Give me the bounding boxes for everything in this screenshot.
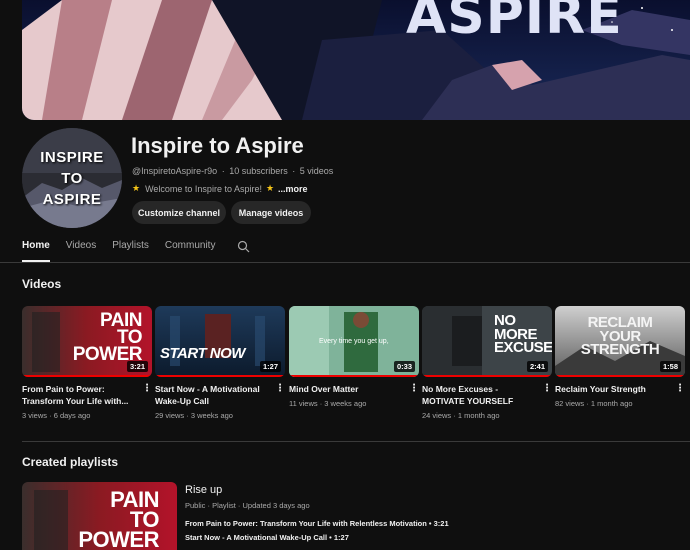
channel-avatar[interactable]: INSPIRE TO ASPIRE <box>22 128 122 228</box>
video-meta: 24 views · 1 month ago <box>422 411 500 420</box>
view-count: 24 views <box>422 411 452 420</box>
thumb-text: START NOW <box>160 345 245 362</box>
video-title[interactable]: Start Now - A Motivational Wake-Up Call <box>155 383 285 407</box>
videos-section-title[interactable]: Videos <box>22 277 61 291</box>
video-meta: 3 views · 6 days ago <box>22 411 91 420</box>
star-icon: ★ <box>132 183 141 193</box>
more-vert-icon[interactable]: ⋮ <box>409 384 419 394</box>
thumb-text: POWER <box>78 526 159 550</box>
tabs-divider <box>0 262 690 263</box>
avatar-line-3: ASPIRE <box>42 190 102 208</box>
view-count: 3 views <box>22 411 48 420</box>
avatar-line-2: TO <box>61 169 83 187</box>
tab-home[interactable]: Home <box>22 240 50 262</box>
view-count: 29 views <box>155 411 185 420</box>
playlists-section-title: Created playlists <box>22 455 119 469</box>
meta-separator: · <box>221 166 225 176</box>
subscriber-count: 10 subscribers <box>229 166 288 176</box>
watch-progress-bar <box>555 375 685 377</box>
search-icon[interactable] <box>237 240 250 258</box>
video-duration: 1:58 <box>659 361 681 372</box>
more-vert-icon[interactable]: ⋮ <box>542 384 552 394</box>
video-title[interactable]: From Pain to Power: Transform Your Life … <box>22 383 152 407</box>
video-meta: 11 views · 3 weeks ago <box>289 399 367 408</box>
description-text: Welcome to Inspire to Aspire! <box>145 183 262 194</box>
tab-community[interactable]: Community <box>165 240 216 262</box>
channel-meta: @InspiretoAspire-r9o · 10 subscribers · … <box>132 166 333 176</box>
video-meta: 82 views · 1 month ago <box>555 399 633 408</box>
meta-separator: · <box>292 166 296 176</box>
upload-age: 6 days ago <box>53 411 91 420</box>
video-card[interactable]: NO MORE EXCUSES 2:41 No More Excuses - M… <box>422 306 552 420</box>
video-thumbnail[interactable]: RECLAIM YOUR STRENGTH 1:58 <box>555 306 685 377</box>
video-thumbnail[interactable]: Every time you get up, 0:33 <box>289 306 419 377</box>
video-title[interactable]: Mind Over Matter <box>289 383 419 395</box>
channel-description[interactable]: ★ Welcome to Inspire to Aspire! ★ ...mor… <box>132 183 308 194</box>
thumb-text: Every time you get up, <box>319 338 389 345</box>
channel-tabs: Home Videos Playlists Community <box>22 240 231 262</box>
video-title[interactable]: No More Excuses - MOTIVATE YOURSELF <box>422 383 552 407</box>
more-vert-icon[interactable]: ⋮ <box>142 384 152 394</box>
video-meta: 29 views · 3 weeks ago <box>155 411 233 420</box>
video-duration: 2:41 <box>526 361 548 372</box>
channel-handle: @InspiretoAspire-r9o <box>132 166 218 176</box>
video-duration: 0:33 <box>393 361 415 372</box>
playlist-thumbnail[interactable]: PAIN TO POWER <box>22 482 177 550</box>
watch-progress-bar <box>422 375 552 377</box>
thumb-text: STRENGTH <box>580 341 660 358</box>
video-duration: 3:21 <box>126 361 148 372</box>
video-duration: 1:27 <box>259 361 281 372</box>
view-count: 11 views <box>289 399 318 408</box>
video-card[interactable]: RECLAIM YOUR STRENGTH 1:58 Reclaim Your … <box>555 306 685 408</box>
playlist-item[interactable]: From Pain to Power: Transform Your Life … <box>185 519 449 528</box>
video-thumbnail[interactable]: NO MORE EXCUSES 2:41 <box>422 306 552 377</box>
more-vert-icon[interactable]: ⋮ <box>275 384 285 394</box>
manage-videos-button[interactable]: Manage videos <box>231 201 311 224</box>
thumb-text: EXCUSES <box>494 339 552 356</box>
more-vert-icon[interactable]: ⋮ <box>675 384 685 394</box>
channel-banner: ASPIRE <box>22 0 690 120</box>
upload-age: 3 weeks ago <box>324 399 367 408</box>
watch-progress-bar <box>22 375 152 377</box>
channel-title: Inspire to Aspire <box>131 133 304 158</box>
watch-progress-bar <box>289 375 419 377</box>
more-link[interactable]: ...more <box>278 184 308 194</box>
playlist-meta: Public · Playlist · Updated 3 days ago <box>185 501 310 510</box>
video-thumbnail[interactable]: START NOW 1:27 <box>155 306 285 377</box>
video-card[interactable]: PAIN TO POWER 3:21 From Pain to Power: T… <box>22 306 152 420</box>
watch-progress-bar <box>155 375 285 377</box>
upload-age: 3 weeks ago <box>190 411 233 420</box>
upload-age: 1 month ago <box>457 411 500 420</box>
view-count: 82 views <box>555 399 585 408</box>
star-icon: ★ <box>265 183 275 193</box>
video-title[interactable]: Reclaim Your Strength <box>555 383 685 395</box>
banner-text: ASPIRE <box>406 0 623 46</box>
avatar-line-1: INSPIRE <box>40 148 104 166</box>
customize-channel-button[interactable]: Customize channel <box>132 201 226 224</box>
playlist-item[interactable]: Start Now - A Motivational Wake-Up Call … <box>185 533 349 542</box>
video-card[interactable]: START NOW 1:27 Start Now - A Motivationa… <box>155 306 285 420</box>
video-thumbnail[interactable]: PAIN TO POWER 3:21 <box>22 306 152 377</box>
video-card[interactable]: Every time you get up, 0:33 Mind Over Ma… <box>289 306 419 408</box>
video-count: 5 videos <box>299 166 334 176</box>
tab-videos[interactable]: Videos <box>66 240 96 262</box>
section-divider <box>22 441 690 442</box>
upload-age: 1 month ago <box>590 399 633 408</box>
playlist-title[interactable]: Rise up <box>185 484 222 496</box>
tab-playlists[interactable]: Playlists <box>112 240 149 262</box>
